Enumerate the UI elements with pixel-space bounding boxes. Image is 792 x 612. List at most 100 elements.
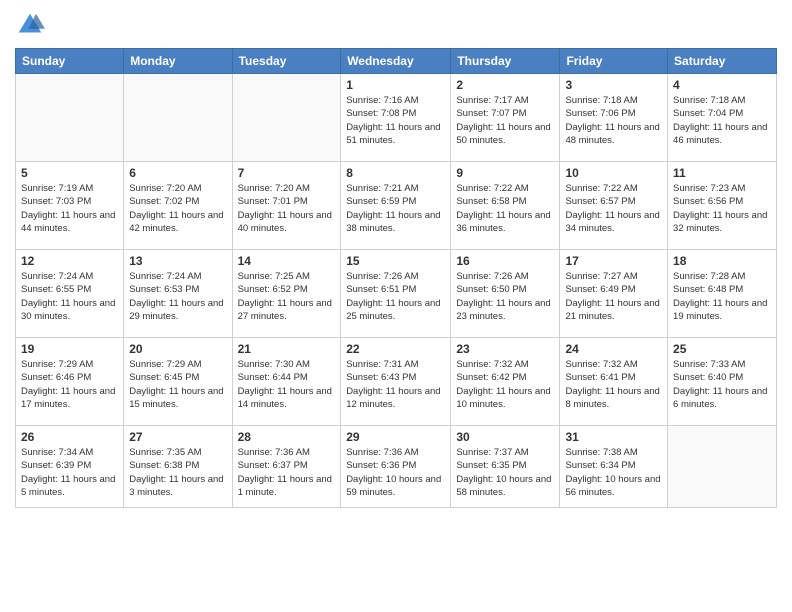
calendar-cell bbox=[124, 74, 232, 162]
day-info: Sunrise: 7:18 AM Sunset: 7:06 PM Dayligh… bbox=[565, 94, 662, 147]
calendar-cell: 19Sunrise: 7:29 AM Sunset: 6:46 PM Dayli… bbox=[16, 338, 124, 426]
calendar-week-4: 19Sunrise: 7:29 AM Sunset: 6:46 PM Dayli… bbox=[16, 338, 777, 426]
day-number: 15 bbox=[346, 254, 445, 268]
day-info: Sunrise: 7:30 AM Sunset: 6:44 PM Dayligh… bbox=[238, 358, 336, 411]
calendar-cell: 2 Sunrise: 7:17 AM Sunset: 7:07 PM Daylig… bbox=[451, 74, 560, 162]
calendar-cell bbox=[668, 426, 777, 508]
weekday-header-sunday: Sunday bbox=[16, 49, 124, 74]
day-number: 4 bbox=[673, 78, 771, 92]
calendar-cell: 16 Sunrise: 7:26 AM Sunset: 6:50 PM Dayli… bbox=[451, 250, 560, 338]
day-info: Sunrise: 7:19 AM Sunset: 7:03 PM Dayligh… bbox=[21, 182, 118, 235]
day-number: 25 bbox=[673, 342, 771, 356]
day-info: Sunrise: 7:32 AM Sunset: 6:41 PM Dayligh… bbox=[565, 358, 662, 411]
day-info: Sunrise: 7:33 AM Sunset: 6:40 PM Dayligh… bbox=[673, 358, 771, 411]
weekday-header-tuesday: Tuesday bbox=[232, 49, 341, 74]
calendar-week-2: 5 Sunrise: 7:19 AM Sunset: 7:03 PM Daylig… bbox=[16, 162, 777, 250]
logo bbox=[15, 10, 49, 40]
calendar-cell: 12Sunrise: 7:24 AM Sunset: 6:55 PM Dayli… bbox=[16, 250, 124, 338]
calendar-cell: 23 Sunrise: 7:32 AM Sunset: 6:42 PM Dayli… bbox=[451, 338, 560, 426]
calendar-week-5: 26Sunrise: 7:34 AM Sunset: 6:39 PM Dayli… bbox=[16, 426, 777, 508]
day-number: 14 bbox=[238, 254, 336, 268]
day-info: Sunrise: 7:24 AM Sunset: 6:53 PM Dayligh… bbox=[129, 270, 226, 323]
calendar-cell: 5 Sunrise: 7:19 AM Sunset: 7:03 PM Daylig… bbox=[16, 162, 124, 250]
day-info: Sunrise: 7:26 AM Sunset: 6:51 PM Dayligh… bbox=[346, 270, 445, 323]
weekday-header-wednesday: Wednesday bbox=[341, 49, 451, 74]
calendar-cell: 14 Sunrise: 7:25 AM Sunset: 6:52 PM Dayli… bbox=[232, 250, 341, 338]
day-number: 21 bbox=[238, 342, 336, 356]
day-info: Sunrise: 7:22 AM Sunset: 6:57 PM Dayligh… bbox=[565, 182, 662, 235]
day-info: Sunrise: 7:26 AM Sunset: 6:50 PM Dayligh… bbox=[456, 270, 554, 323]
weekday-header-saturday: Saturday bbox=[668, 49, 777, 74]
calendar-cell: 25 Sunrise: 7:33 AM Sunset: 6:40 PM Dayli… bbox=[668, 338, 777, 426]
day-number: 11 bbox=[673, 166, 771, 180]
calendar-cell: 18 Sunrise: 7:28 AM Sunset: 6:48 PM Dayli… bbox=[668, 250, 777, 338]
calendar-cell: 10 Sunrise: 7:22 AM Sunset: 6:57 PM Dayli… bbox=[560, 162, 668, 250]
calendar-cell: 3 Sunrise: 7:18 AM Sunset: 7:06 PM Daylig… bbox=[560, 74, 668, 162]
day-number: 30 bbox=[456, 430, 554, 444]
calendar-cell: 11 Sunrise: 7:23 AM Sunset: 6:56 PM Dayli… bbox=[668, 162, 777, 250]
day-number: 26 bbox=[21, 430, 118, 444]
calendar-cell: 13 Sunrise: 7:24 AM Sunset: 6:53 PM Dayli… bbox=[124, 250, 232, 338]
day-info: Sunrise: 7:22 AM Sunset: 6:58 PM Dayligh… bbox=[456, 182, 554, 235]
calendar-cell bbox=[232, 74, 341, 162]
calendar-cell: 22Sunrise: 7:31 AM Sunset: 6:43 PM Dayli… bbox=[341, 338, 451, 426]
day-number: 27 bbox=[129, 430, 226, 444]
day-number: 17 bbox=[565, 254, 662, 268]
calendar-cell: 20 Sunrise: 7:29 AM Sunset: 6:45 PM Dayli… bbox=[124, 338, 232, 426]
day-number: 24 bbox=[565, 342, 662, 356]
day-number: 13 bbox=[129, 254, 226, 268]
day-info: Sunrise: 7:36 AM Sunset: 6:37 PM Dayligh… bbox=[238, 446, 336, 499]
calendar-cell: 15 Sunrise: 7:26 AM Sunset: 6:51 PM Dayli… bbox=[341, 250, 451, 338]
day-number: 5 bbox=[21, 166, 118, 180]
day-number: 8 bbox=[346, 166, 445, 180]
day-info: Sunrise: 7:20 AM Sunset: 7:02 PM Dayligh… bbox=[129, 182, 226, 235]
calendar-cell: 7 Sunrise: 7:20 AM Sunset: 7:01 PM Daylig… bbox=[232, 162, 341, 250]
day-number: 23 bbox=[456, 342, 554, 356]
calendar-cell: 28 Sunrise: 7:36 AM Sunset: 6:37 PM Dayli… bbox=[232, 426, 341, 508]
day-info: Sunrise: 7:16 AM Sunset: 7:08 PM Dayligh… bbox=[346, 94, 445, 147]
day-number: 18 bbox=[673, 254, 771, 268]
header bbox=[15, 10, 777, 40]
day-info: Sunrise: 7:18 AM Sunset: 7:04 PM Dayligh… bbox=[673, 94, 771, 147]
calendar-cell: 9 Sunrise: 7:22 AM Sunset: 6:58 PM Daylig… bbox=[451, 162, 560, 250]
calendar-cell: 27Sunrise: 7:35 AM Sunset: 6:38 PM Dayli… bbox=[124, 426, 232, 508]
day-info: Sunrise: 7:20 AM Sunset: 7:01 PM Dayligh… bbox=[238, 182, 336, 235]
day-number: 28 bbox=[238, 430, 336, 444]
day-info: Sunrise: 7:17 AM Sunset: 7:07 PM Dayligh… bbox=[456, 94, 554, 147]
day-number: 9 bbox=[456, 166, 554, 180]
calendar-cell: 31 Sunrise: 7:38 AM Sunset: 6:34 PM Dayli… bbox=[560, 426, 668, 508]
calendar-cell: 30 Sunrise: 7:37 AM Sunset: 6:35 PM Dayli… bbox=[451, 426, 560, 508]
day-number: 12 bbox=[21, 254, 118, 268]
day-number: 7 bbox=[238, 166, 336, 180]
calendar-cell: 29Sunrise: 7:36 AM Sunset: 6:36 PM Dayli… bbox=[341, 426, 451, 508]
day-info: Sunrise: 7:27 AM Sunset: 6:49 PM Dayligh… bbox=[565, 270, 662, 323]
calendar-cell: 26Sunrise: 7:34 AM Sunset: 6:39 PM Dayli… bbox=[16, 426, 124, 508]
calendar-cell: 1Sunrise: 7:16 AM Sunset: 7:08 PM Daylig… bbox=[341, 74, 451, 162]
day-number: 19 bbox=[21, 342, 118, 356]
calendar-cell: 6Sunrise: 7:20 AM Sunset: 7:02 PM Daylig… bbox=[124, 162, 232, 250]
day-number: 3 bbox=[565, 78, 662, 92]
calendar-table: SundayMondayTuesdayWednesdayThursdayFrid… bbox=[15, 48, 777, 508]
day-info: Sunrise: 7:23 AM Sunset: 6:56 PM Dayligh… bbox=[673, 182, 771, 235]
day-number: 29 bbox=[346, 430, 445, 444]
weekday-header-row: SundayMondayTuesdayWednesdayThursdayFrid… bbox=[16, 49, 777, 74]
calendar-cell: 21 Sunrise: 7:30 AM Sunset: 6:44 PM Dayli… bbox=[232, 338, 341, 426]
day-info: Sunrise: 7:29 AM Sunset: 6:45 PM Dayligh… bbox=[129, 358, 226, 411]
calendar-cell bbox=[16, 74, 124, 162]
logo-icon bbox=[15, 10, 45, 40]
calendar-cell: 4 Sunrise: 7:18 AM Sunset: 7:04 PM Daylig… bbox=[668, 74, 777, 162]
page: SundayMondayTuesdayWednesdayThursdayFrid… bbox=[0, 0, 792, 612]
day-number: 16 bbox=[456, 254, 554, 268]
day-info: Sunrise: 7:32 AM Sunset: 6:42 PM Dayligh… bbox=[456, 358, 554, 411]
weekday-header-thursday: Thursday bbox=[451, 49, 560, 74]
day-info: Sunrise: 7:31 AM Sunset: 6:43 PM Dayligh… bbox=[346, 358, 445, 411]
day-info: Sunrise: 7:25 AM Sunset: 6:52 PM Dayligh… bbox=[238, 270, 336, 323]
day-info: Sunrise: 7:38 AM Sunset: 6:34 PM Dayligh… bbox=[565, 446, 662, 499]
day-info: Sunrise: 7:37 AM Sunset: 6:35 PM Dayligh… bbox=[456, 446, 554, 499]
day-number: 31 bbox=[565, 430, 662, 444]
day-info: Sunrise: 7:28 AM Sunset: 6:48 PM Dayligh… bbox=[673, 270, 771, 323]
day-number: 2 bbox=[456, 78, 554, 92]
calendar-week-3: 12Sunrise: 7:24 AM Sunset: 6:55 PM Dayli… bbox=[16, 250, 777, 338]
day-number: 20 bbox=[129, 342, 226, 356]
day-number: 10 bbox=[565, 166, 662, 180]
